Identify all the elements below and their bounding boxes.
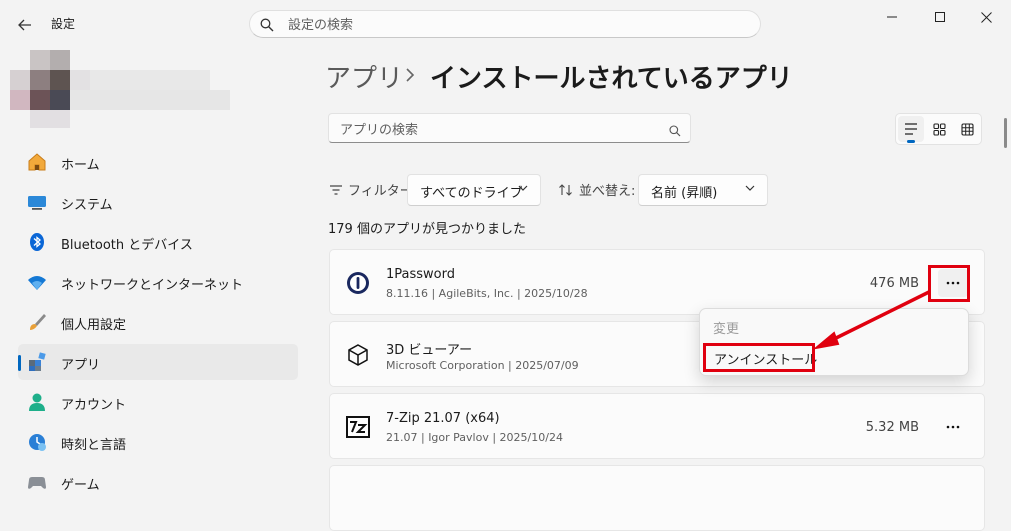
filter-label: フィルター:	[330, 180, 417, 199]
bluetooth-icon	[30, 233, 44, 251]
sidebar-item-apps[interactable]: アプリ	[18, 344, 298, 380]
drive-filter-value: すべてのドライブ	[420, 186, 523, 201]
more-button-highlight	[928, 265, 970, 302]
sidebar-item-label: ゲーム	[61, 478, 100, 493]
avatar[interactable]	[10, 50, 230, 128]
7zip-app-icon	[346, 416, 370, 438]
time-language-icon	[29, 434, 46, 451]
maximize-button[interactable]	[920, 4, 960, 30]
sidebar-item-label: ネットワークとインターネット	[61, 278, 244, 293]
sidebar-item-label: 時刻と言語	[61, 438, 127, 453]
sidebar-item-label: 個人用設定	[61, 318, 127, 333]
list-view-button[interactable]	[898, 116, 924, 143]
close-button[interactable]	[966, 4, 1006, 30]
sort-icon	[559, 183, 572, 196]
more-options-button[interactable]	[938, 413, 968, 441]
drive-filter-dropdown[interactable]: すべてのドライブ	[407, 174, 541, 206]
brush-icon	[30, 314, 46, 330]
maximize-icon	[935, 12, 945, 22]
result-count: 179 個のアプリが見つかりました	[328, 222, 526, 237]
settings-search-box[interactable]	[249, 10, 761, 38]
selected-indicator	[18, 355, 21, 371]
sidebar-item-bluetooth[interactable]: Bluetooth とデバイス	[18, 224, 298, 260]
app-size: 5.32 MB	[865, 420, 919, 435]
sort-value: 名前 (昇順)	[651, 186, 718, 201]
app-title: 設定	[51, 17, 76, 31]
app-meta: 8.11.16 | AgileBits, Inc. | 2025/10/28	[386, 287, 588, 300]
app-search-box[interactable]	[328, 113, 691, 143]
wifi-icon	[28, 276, 46, 290]
sidebar-item-label: ホーム	[61, 158, 100, 173]
title-bar: 設定	[0, 0, 1011, 48]
table-view-button[interactable]	[954, 116, 980, 142]
sidebar-item-gaming[interactable]: ゲーム	[18, 464, 298, 500]
scrollbar-thumb[interactable]	[1004, 118, 1007, 148]
sidebar-item-label: アプリ	[61, 358, 101, 373]
list-view-icon	[905, 123, 917, 135]
system-icon	[28, 196, 46, 210]
sidebar-item-label: アカウント	[61, 398, 127, 413]
modify-menu-item[interactable]: 変更	[713, 318, 739, 337]
app-search-input[interactable]	[338, 120, 662, 140]
breadcrumb-chevron-icon	[406, 68, 415, 82]
minimize-button[interactable]	[872, 4, 912, 30]
search-icon	[669, 122, 681, 141]
view-mode-group	[895, 113, 982, 145]
home-icon	[28, 153, 46, 171]
app-name: 1Password	[386, 267, 455, 282]
back-arrow-icon	[18, 19, 31, 31]
page-title: インストールされているアプリ	[430, 64, 793, 94]
filter-icon	[330, 184, 342, 195]
sidebar-item-accounts[interactable]: アカウント	[18, 384, 298, 420]
chevron-down-icon	[518, 185, 528, 191]
more-icon	[946, 425, 960, 429]
table-view-icon	[960, 122, 974, 136]
app-name: 3D ビューアー	[386, 343, 473, 358]
app-list-item	[329, 465, 985, 531]
back-button[interactable]	[12, 12, 38, 38]
apps-icon	[29, 352, 46, 371]
breadcrumb-parent[interactable]: アプリ	[325, 58, 403, 95]
sidebar-item-time-language[interactable]: 時刻と言語	[18, 424, 298, 460]
app-meta: 21.07 | Igor Pavlov | 2025/10/24	[386, 431, 563, 444]
uninstall-highlight	[703, 343, 815, 372]
onepassword-app-icon	[347, 272, 369, 294]
grid-view-button[interactable]	[926, 116, 952, 142]
app-name: 7-Zip 21.07 (x64)	[386, 411, 500, 426]
sidebar-item-system[interactable]: システム	[18, 184, 298, 220]
close-icon	[980, 11, 992, 23]
sidebar-item-personalization[interactable]: 個人用設定	[18, 304, 298, 340]
sidebar-item-label: Bluetooth とデバイス	[61, 238, 193, 253]
app-size: 476 MB	[869, 276, 919, 291]
app-list-item: 1Password 8.11.16 | AgileBits, Inc. | 20…	[329, 249, 985, 315]
app-list-item: 7-Zip 21.07 (x64) 21.07 | Igor Pavlov | …	[329, 393, 985, 459]
3d-viewer-app-icon	[348, 344, 368, 366]
search-icon	[260, 17, 274, 36]
sort-label: 並べ替え:	[559, 180, 635, 199]
gaming-icon	[28, 477, 46, 489]
app-meta: Microsoft Corporation | 2025/07/09	[386, 359, 579, 372]
sort-dropdown[interactable]: 名前 (昇順)	[638, 174, 768, 206]
sort-label-text: 並べ替え:	[579, 184, 636, 199]
minimize-icon	[887, 16, 897, 18]
chevron-down-icon	[745, 185, 755, 191]
settings-search-input[interactable]	[286, 15, 730, 35]
sidebar-item-label: システム	[61, 198, 113, 213]
grid-view-icon	[932, 122, 946, 136]
sidebar-item-home[interactable]: ホーム	[18, 144, 298, 180]
account-icon	[29, 393, 45, 411]
sidebar-item-network[interactable]: ネットワークとインターネット	[18, 264, 298, 300]
